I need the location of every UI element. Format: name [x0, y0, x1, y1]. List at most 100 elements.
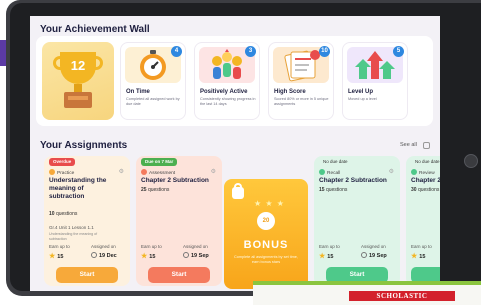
question-count-number: 30	[411, 187, 417, 193]
earn-label: Earn up to	[141, 244, 162, 249]
badge-description: Scored 80% or more in 5 unique assignmen…	[274, 97, 329, 106]
assignment-type: Practice	[49, 169, 74, 176]
badge-description: Consistently showing progress in the las…	[200, 97, 256, 106]
clock-icon	[361, 252, 367, 258]
question-count-number: 25	[141, 187, 147, 193]
bonus-card[interactable]: ★ ★ ★ 20 BONUS Complete all assignments …	[224, 179, 308, 289]
overdue-tag: Overdue	[49, 158, 76, 166]
points-value: ★ 15	[411, 252, 425, 260]
no-due-date-tag: No due date	[323, 159, 348, 164]
badge-count: 10	[319, 46, 330, 57]
trophy-base-stripe	[68, 96, 88, 100]
assigned-date: 19 Dec	[91, 252, 117, 259]
badge-count: 3	[245, 46, 256, 57]
badge-count: 4	[171, 46, 182, 57]
assignment-title: Chapter 2 Subtraction	[319, 177, 387, 184]
trophy-card[interactable]: 12	[42, 42, 114, 120]
points-number: 15	[57, 254, 64, 260]
assigned-label: Assigned on	[361, 244, 386, 249]
earn-label: Earn up to	[411, 244, 432, 249]
assignment-title: Chapter 2	[411, 177, 440, 184]
bonus-points: 20	[257, 212, 275, 230]
lock-icon	[232, 187, 244, 199]
assignment-type: Recall	[319, 169, 340, 176]
assignment-title: Chapter 2 Subtraction	[141, 177, 209, 184]
question-count-word: questions	[147, 187, 170, 193]
star-icon: ★	[411, 253, 418, 260]
start-button[interactable]: Start	[148, 267, 210, 283]
trophy-icon: 12	[60, 52, 96, 84]
clock-icon	[91, 252, 97, 258]
assignment-card-review[interactable]: No due date Review Chapter 2 30 question…	[406, 156, 440, 286]
assignment-type-label: Review	[419, 171, 435, 176]
info-icon[interactable]: ⚙	[389, 168, 394, 175]
assignments-title: Your Assignments	[40, 140, 128, 151]
star-icon: ★	[319, 253, 326, 260]
question-count: 10 questions	[49, 211, 77, 217]
assignment-title: Understanding the meaning of subtraction	[49, 177, 107, 200]
assessment-icon	[141, 169, 147, 175]
assignment-card-practice[interactable]: Overdue Practice ⚙ Understanding the mea…	[44, 156, 130, 286]
recall-icon	[319, 169, 325, 175]
info-icon[interactable]: ⚙	[119, 168, 124, 175]
question-count-number: 15	[319, 187, 325, 193]
stars-icon: ★ ★ ★	[254, 199, 285, 208]
question-count-word: questions	[325, 187, 348, 193]
badge-description: Completed all assigned work by due date	[126, 97, 180, 106]
question-count: 25 questions	[141, 187, 169, 193]
assignment-type: Review	[411, 169, 435, 176]
points-number: 15	[419, 254, 426, 260]
question-count-number: 10	[49, 211, 55, 217]
trophy-count: 12	[70, 58, 86, 73]
points-value: ★ 15	[141, 252, 155, 260]
assigned-label: Assigned on	[183, 244, 208, 249]
see-all-link[interactable]: See all	[400, 142, 417, 148]
unit-label: Gr.4 Unit 1 Lesson 1.1	[49, 225, 94, 230]
badge-name: High Score	[274, 89, 306, 95]
star-icon: ★	[49, 253, 56, 260]
assignment-type-label: Assessment	[149, 171, 176, 176]
question-count-word: questions	[55, 211, 78, 217]
bonus-description: Complete all assignments by set time, ea…	[234, 255, 298, 264]
practice-icon	[49, 169, 55, 175]
bonus-label: BONUS	[243, 239, 289, 251]
badge-name: Positively Active	[200, 89, 248, 95]
assigned-date: 19 Sep	[183, 252, 209, 259]
trophy-base	[64, 92, 92, 108]
assigned-date: 19 Sep	[361, 252, 387, 259]
points-value: ★ 15	[319, 252, 333, 260]
assignment-type-label: Practice	[57, 171, 75, 176]
question-count: 15 questions	[319, 187, 347, 193]
earn-label: Earn up to	[49, 244, 70, 249]
start-button[interactable]: Start	[56, 267, 118, 283]
assignment-type: Assessment	[141, 169, 175, 176]
assignment-type-label: Recall	[327, 171, 341, 176]
info-icon[interactable]: ⚙	[211, 168, 216, 175]
review-icon	[411, 169, 417, 175]
badge-positively-active[interactable]: 3 Positively Active Consistently showing…	[194, 42, 260, 120]
assigned-date-text: 19 Sep	[191, 253, 209, 259]
question-count-word: questions	[417, 187, 440, 193]
see-all-arrow-icon[interactable]	[423, 142, 430, 149]
scholastic-logo: SCHOLASTIC	[349, 291, 455, 301]
assignment-card-assessment[interactable]: Due on 7 Mar Assessment ⚙ Chapter 2 Subt…	[136, 156, 222, 286]
badge-on-time[interactable]: 4 On Time Completed all assigned work by…	[120, 42, 186, 120]
scholastic-green-stripe	[253, 281, 481, 285]
points-number: 15	[327, 254, 334, 260]
badge-description: Moved up a level	[348, 97, 377, 101]
badge-name: On Time	[126, 89, 150, 95]
assignment-card-recall[interactable]: No due date Recall ⚙ Chapter 2 Subtracti…	[314, 156, 400, 286]
achievement-wall-title: Your Achievement Wall	[40, 24, 150, 35]
assigned-date-text: 19 Sep	[369, 253, 387, 259]
badge-name: Level Up	[348, 89, 374, 95]
badge-count: 5	[393, 46, 404, 57]
badge-level-up[interactable]: 5 Level Up Moved up a level	[342, 42, 408, 120]
assigned-date-text: 19 Dec	[99, 253, 117, 259]
badge-high-score[interactable]: 10 High Score Scored 80% or more in 5 un…	[268, 42, 334, 120]
question-count: 30 questions	[411, 187, 439, 193]
due-date-tag: Due on 7 Mar	[141, 158, 178, 166]
star-icon: ★	[141, 253, 148, 260]
unit-description: Understanding the meaning of subtraction	[49, 232, 98, 241]
earn-label: Earn up to	[319, 244, 340, 249]
points-number: 15	[149, 254, 156, 260]
